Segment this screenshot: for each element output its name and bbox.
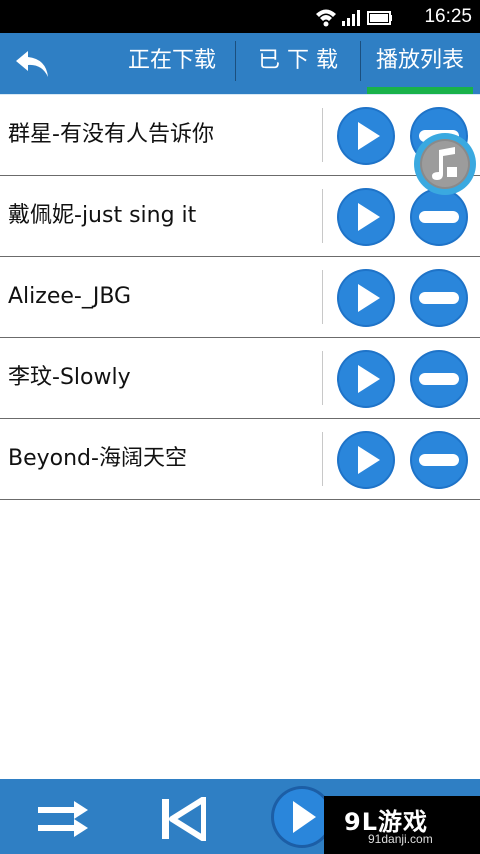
tab-playlist[interactable]: 播放列表 <box>362 33 478 95</box>
minus-icon[interactable] <box>409 430 469 490</box>
song-title: 群星-有没有人告诉你 <box>8 122 214 147</box>
status-time: 16:25 <box>424 6 472 27</box>
row-divider <box>322 108 323 162</box>
minus-icon[interactable] <box>409 268 469 328</box>
player-bar: 9L游戏 91danji.com <box>0 779 480 854</box>
song-title: 戴佩妮-just sing it <box>8 203 197 228</box>
tab-downloading[interactable]: 正在下载 <box>112 33 232 95</box>
row-divider <box>322 270 323 324</box>
minus-icon[interactable] <box>409 349 469 409</box>
battery-icon <box>367 11 392 25</box>
row-divider <box>322 432 323 486</box>
status-icons <box>316 9 392 27</box>
wifi-icon <box>316 9 336 27</box>
watermark-logo: 9L游戏 91danji.com <box>324 796 480 854</box>
list-item[interactable]: 李玟-Slowly <box>0 338 480 419</box>
status-bar: 16:25 <box>0 0 480 33</box>
header-bar: 正在下载 已 下 载 播放列表 <box>0 33 480 95</box>
playlist: 群星-有没有人告诉你 戴佩妮-just sing it Alizee-_JBG <box>0 95 480 500</box>
song-title: Alizee-_JBG <box>8 284 132 309</box>
play-icon[interactable] <box>336 106 396 166</box>
previous-icon[interactable] <box>160 797 206 841</box>
song-title: 李玟-Slowly <box>8 365 131 390</box>
tab-downloaded[interactable]: 已 下 载 <box>238 33 358 95</box>
row-divider <box>322 189 323 243</box>
list-item[interactable]: Beyond-海阔天空 <box>0 419 480 500</box>
signal-icon <box>342 10 360 26</box>
music-note-icon[interactable] <box>413 132 477 196</box>
play-icon[interactable] <box>336 430 396 490</box>
tab-divider <box>235 41 236 81</box>
row-divider <box>322 351 323 405</box>
list-item[interactable]: 戴佩妮-just sing it <box>0 176 480 257</box>
list-item[interactable]: Alizee-_JBG <box>0 257 480 338</box>
song-title: Beyond-海阔天空 <box>8 446 187 471</box>
watermark-sub: 91danji.com <box>368 832 433 846</box>
back-arrow-icon[interactable] <box>14 47 54 81</box>
play-icon[interactable] <box>336 268 396 328</box>
play-icon[interactable] <box>336 349 396 409</box>
list-item[interactable]: 群星-有没有人告诉你 <box>0 95 480 176</box>
active-tab-indicator <box>367 87 473 94</box>
play-icon[interactable] <box>336 187 396 247</box>
minus-icon[interactable] <box>409 187 469 247</box>
shuffle-icon[interactable] <box>36 799 90 839</box>
tab-divider <box>360 41 361 81</box>
